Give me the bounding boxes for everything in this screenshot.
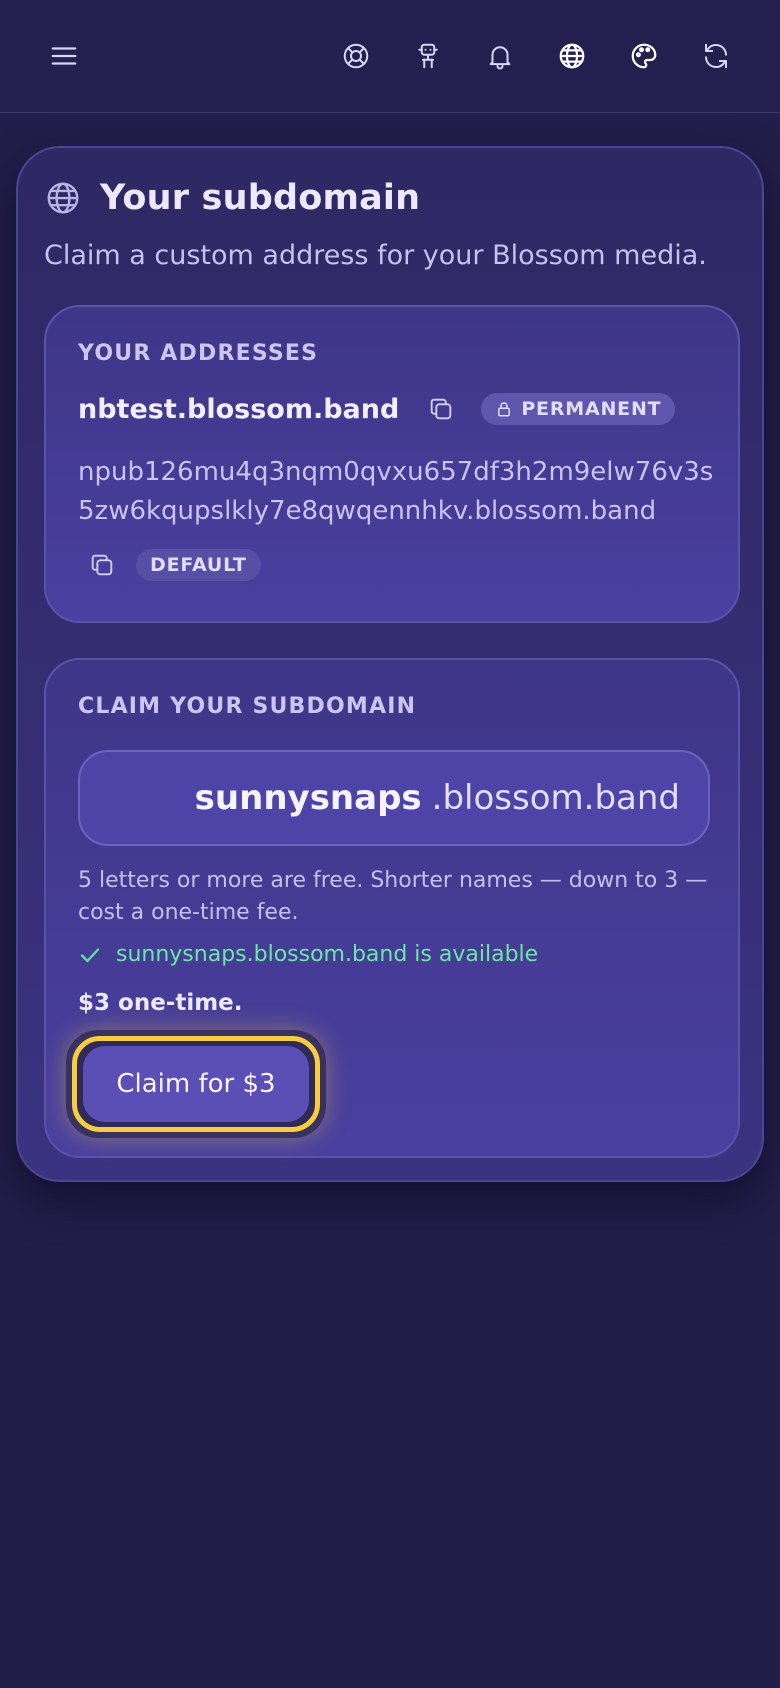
check-icon [80,947,100,962]
default-badge: DEFAULT [136,549,261,581]
robot-icon[interactable] [408,36,448,76]
primary-address: nbtest.blossom.band [78,393,400,425]
lock-icon [498,402,511,417]
lifebuoy-icon[interactable] [336,36,376,76]
pricing-hint: 5 letters or more are free. Shorter name… [78,868,708,925]
copy-icon[interactable] [86,549,118,581]
claim-button-focus-ring: Claim for $3 [66,1030,326,1138]
palette-icon[interactable] [624,36,664,76]
claim-section-label: CLAIM YOUR SUBDOMAIN [78,694,417,719]
page-subtitle: Claim a custom address for your Blossom … [44,240,707,271]
addresses-section-label: YOUR ADDRESSES [78,341,319,366]
menu-icon[interactable] [44,36,84,76]
globe-icon[interactable] [552,36,592,76]
top-bar [0,0,780,113]
primary-address-row: nbtest.blossom.band PERMANENT [78,393,676,425]
refresh-icon[interactable] [696,36,736,76]
claim-button[interactable]: Claim for $3 [72,1036,320,1132]
subdomain-input[interactable]: sunnysnaps .blossom.band [78,750,710,846]
availability-status: sunnysnaps.blossom.band is available [78,942,538,967]
price-text: $3 one-time. [78,990,243,1016]
npub-address: npub126mu4q3nqm0qvxu657df3h2m9elw76v3s5z… [78,457,714,526]
subdomain-card: Your subdomain Claim a custom address fo… [16,146,764,1182]
permanent-badge-label: PERMANENT [521,398,662,420]
copy-icon[interactable] [425,393,457,425]
claim-button-label[interactable]: Claim for $3 [83,1046,309,1122]
subdomain-input-value[interactable]: sunnysnaps [195,778,422,818]
permanent-badge: PERMANENT [481,393,676,425]
claim-panel: CLAIM YOUR SUBDOMAIN sunnysnaps .blossom… [44,658,740,1158]
page-title: Your subdomain [100,178,421,218]
addresses-panel: YOUR ADDRESSES nbtest.blossom.band PERMA… [44,305,740,623]
bell-icon[interactable] [480,36,520,76]
npub-address-actions: DEFAULT [86,549,261,581]
availability-text: sunnysnaps.blossom.band is available [116,942,539,967]
subdomain-suffix: .blossom.band [431,778,680,818]
card-header: Your subdomain [44,178,420,218]
globe-icon [47,182,79,214]
